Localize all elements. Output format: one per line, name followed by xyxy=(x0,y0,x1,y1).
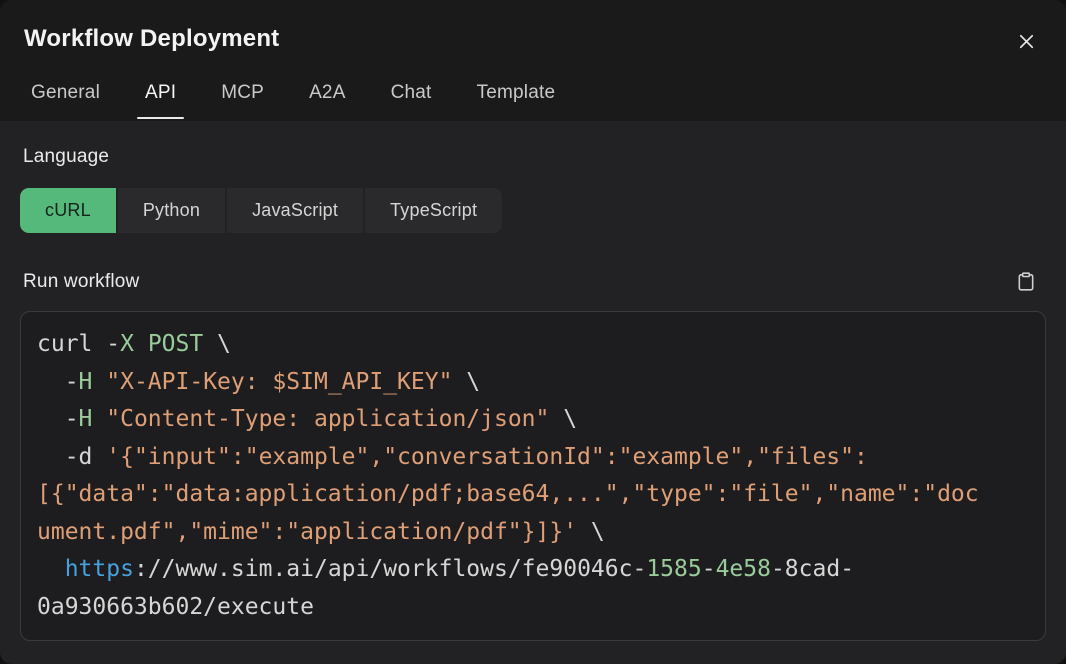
code-token: \ xyxy=(452,369,480,395)
code-block: curl -X POST \ -H "X-API-Key: $SIM_API_K… xyxy=(20,311,1046,641)
code-token: 0a930663b602/execute xyxy=(37,594,314,620)
code-token: X xyxy=(120,331,134,357)
copy-button[interactable] xyxy=(1014,269,1038,294)
code-line: curl -X POST \ xyxy=(37,326,1029,364)
code-token: POST xyxy=(148,331,203,357)
code-token: ://www.sim.ai/api/workflows/fe90046c- xyxy=(134,556,646,582)
code-token: 4e58 xyxy=(716,556,771,582)
language-option-curl[interactable]: cURL xyxy=(20,188,116,233)
code-token: -d xyxy=(37,444,106,470)
language-selector: cURLPythonJavaScriptTypeScript xyxy=(20,188,1046,233)
dialog-title: Workflow Deployment xyxy=(24,25,279,53)
code-token: ument.pdf","mime":"application/pdf"}]}' xyxy=(37,519,577,545)
code-token: [{"data":"data:application/pdf;base64,..… xyxy=(37,481,979,507)
tab-a2a[interactable]: A2A xyxy=(309,82,346,104)
tab-chat[interactable]: Chat xyxy=(391,82,432,104)
code-line: ument.pdf","mime":"application/pdf"}]}' … xyxy=(37,514,1029,552)
code-token: -8cad- xyxy=(771,556,854,582)
code-token: https xyxy=(65,556,134,582)
code-line: -d '{"input":"example","conversationId":… xyxy=(37,439,1029,477)
close-icon xyxy=(1015,30,1038,53)
code-token: \ xyxy=(203,331,231,357)
code-token: H xyxy=(79,406,93,432)
dialog-header: Workflow Deployment General API MCP A2A Chat… xyxy=(0,0,1066,121)
code-line: [{"data":"data:application/pdf;base64,..… xyxy=(37,476,1029,514)
run-workflow-label: Run workflow xyxy=(23,271,139,293)
language-option-javascript[interactable]: JavaScript xyxy=(227,188,363,233)
tab-api[interactable]: API xyxy=(145,82,176,104)
code-token: - xyxy=(37,406,79,432)
code-token: "X-API-Key: $SIM_API_KEY" xyxy=(106,369,452,395)
code-line: https://www.sim.ai/api/workflows/fe90046… xyxy=(37,551,1029,589)
code-token xyxy=(92,369,106,395)
clipboard-icon xyxy=(1016,271,1036,292)
code-token xyxy=(37,556,65,582)
tab-template[interactable]: Template xyxy=(477,82,556,104)
language-option-typescript[interactable]: TypeScript xyxy=(365,188,502,233)
code-token: H xyxy=(79,369,93,395)
code-line: 0a930663b602/execute xyxy=(37,589,1029,627)
code-line: -H "Content-Type: application/json" \ xyxy=(37,401,1029,439)
language-label: Language xyxy=(23,146,1046,168)
code-token: \ xyxy=(549,406,577,432)
language-option-python[interactable]: Python xyxy=(118,188,225,233)
code-token xyxy=(92,406,106,432)
code-token xyxy=(134,331,148,357)
code-token: "Content-Type: application/json" xyxy=(106,406,549,432)
code-line: -H "X-API-Key: $SIM_API_KEY" \ xyxy=(37,364,1029,402)
dialog-body: Language cURLPythonJavaScriptTypeScript … xyxy=(0,146,1066,641)
code-token: 1585 xyxy=(646,556,701,582)
code-token: \ xyxy=(577,519,605,545)
code-token: curl - xyxy=(37,331,120,357)
tab-general[interactable]: General xyxy=(31,82,100,104)
tab-bar: General API MCP A2A Chat Template xyxy=(31,82,1042,121)
code-token: '{"input":"example","conversationId":"ex… xyxy=(106,444,868,470)
code-token: - xyxy=(702,556,716,582)
code-token: - xyxy=(37,369,79,395)
workflow-deployment-dialog: Workflow Deployment General API MCP A2A Chat… xyxy=(0,0,1066,664)
close-button[interactable] xyxy=(1013,28,1040,55)
tab-mcp[interactable]: MCP xyxy=(221,82,264,104)
